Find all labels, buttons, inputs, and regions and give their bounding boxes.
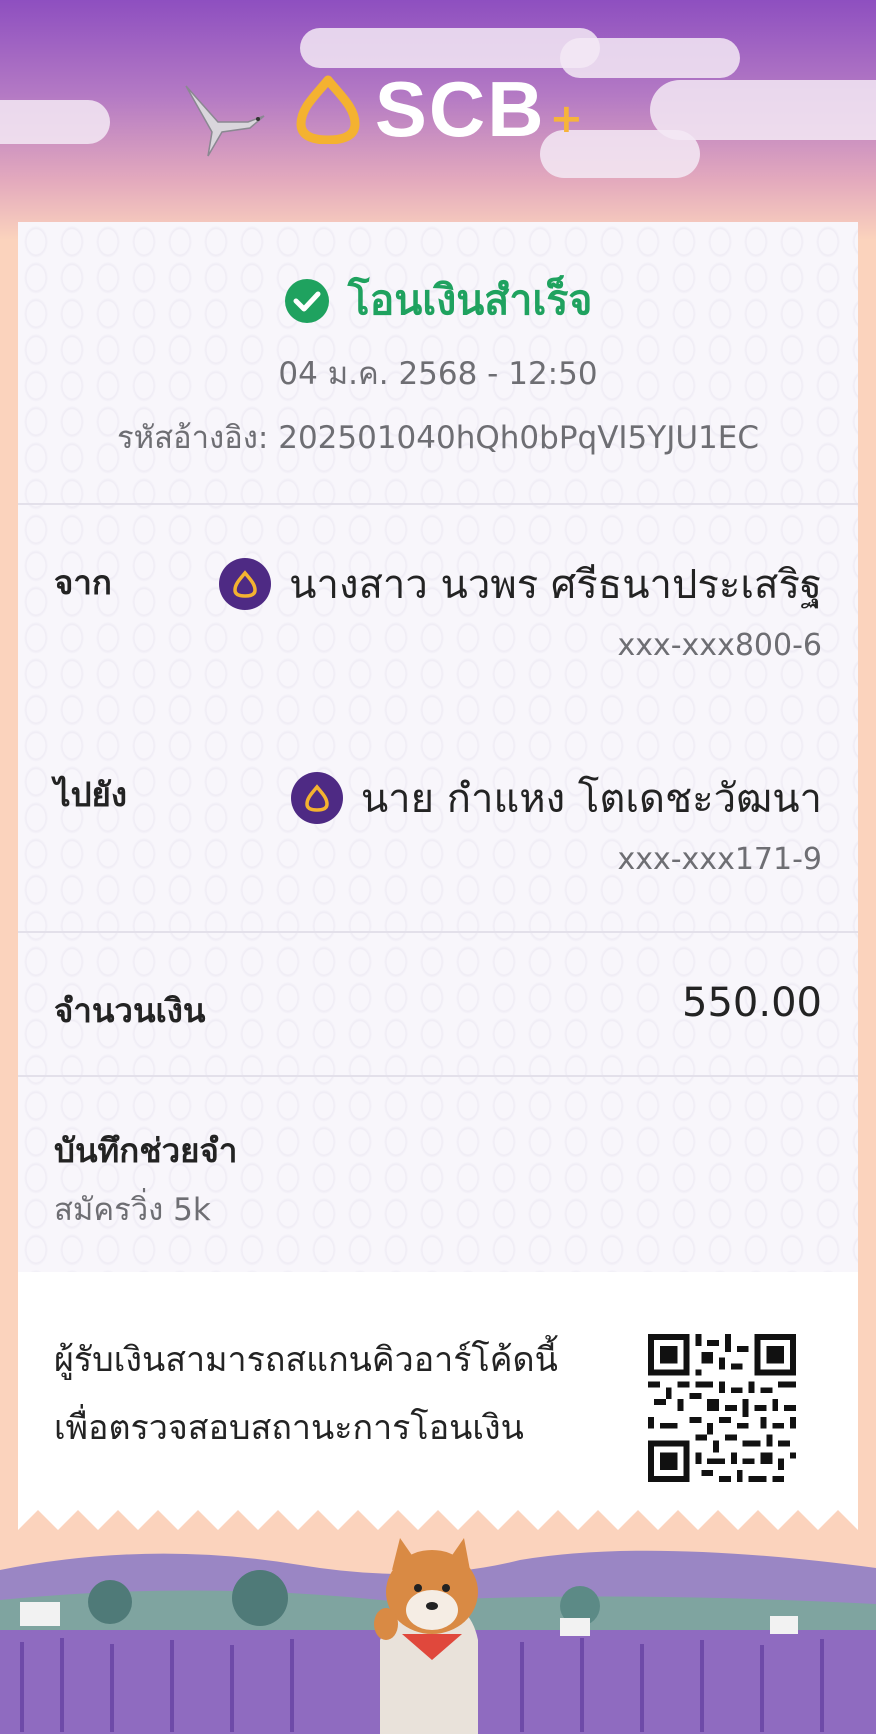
to-account: xxx-xxx171-9: [617, 842, 822, 877]
lavender-field-scene: [0, 1530, 876, 1734]
status-row: โอนเงินสำเร็จ: [0, 268, 876, 333]
to-party: นาย กำแหง โตเดชะวัฒนา: [290, 766, 822, 830]
qr-note: ผู้รับเงินสามารถสแกนคิวอาร์โค้ดนี้ เพื่อ…: [54, 1326, 558, 1462]
receipt-edge: [18, 1508, 858, 1530]
header-banner: SCB +: [0, 0, 876, 240]
qr-note-line2: เพื่อตรวจสอบสถานะการโอนเงิน: [54, 1408, 524, 1448]
divider: [18, 1075, 858, 1077]
divider: [18, 503, 858, 505]
from-name: นางสาว นวพร ศรีธนาประเสริฐ: [289, 562, 822, 608]
from-label: จาก: [54, 563, 112, 602]
memo-value: สมัครวิ่ง 5k: [54, 1192, 211, 1228]
from-party: นางสาว นวพร ศรีธนาประเสริฐ: [219, 552, 822, 616]
transfer-datetime: 04 ม.ค. 2568 - 12:50: [278, 356, 598, 392]
qr-code-icon[interactable]: [648, 1334, 796, 1482]
from-account: xxx-xxx800-6: [617, 628, 822, 663]
amount-label: จำนวนเงิน: [54, 991, 206, 1030]
scb-bank-icon: [290, 772, 343, 824]
reference-code: รหัสอ้างอิง: 202501040hQh0bPqVI5YJU1EC: [117, 420, 759, 456]
check-circle-icon: [284, 278, 329, 323]
qr-note-line1: ผู้รับเงินสามารถสแกนคิวอาร์โค้ดนี้: [54, 1340, 558, 1380]
scb-bank-icon: [219, 558, 272, 610]
divider: [18, 931, 858, 933]
to-label: ไปยัง: [54, 775, 127, 814]
to-name: นาย กำแหง โตเดชะวัฒนา: [360, 776, 822, 822]
memo-label: บันทึกช่วยจำ: [54, 1131, 238, 1170]
scb-logo-icon: [296, 75, 360, 144]
scb-logo: SCB +: [0, 70, 876, 148]
status-text: โอนเงินสำเร็จ: [347, 276, 593, 324]
amount-value: 550.00: [682, 980, 822, 1026]
brand-name: SCB: [374, 65, 546, 153]
brand-plus: +: [549, 96, 584, 142]
